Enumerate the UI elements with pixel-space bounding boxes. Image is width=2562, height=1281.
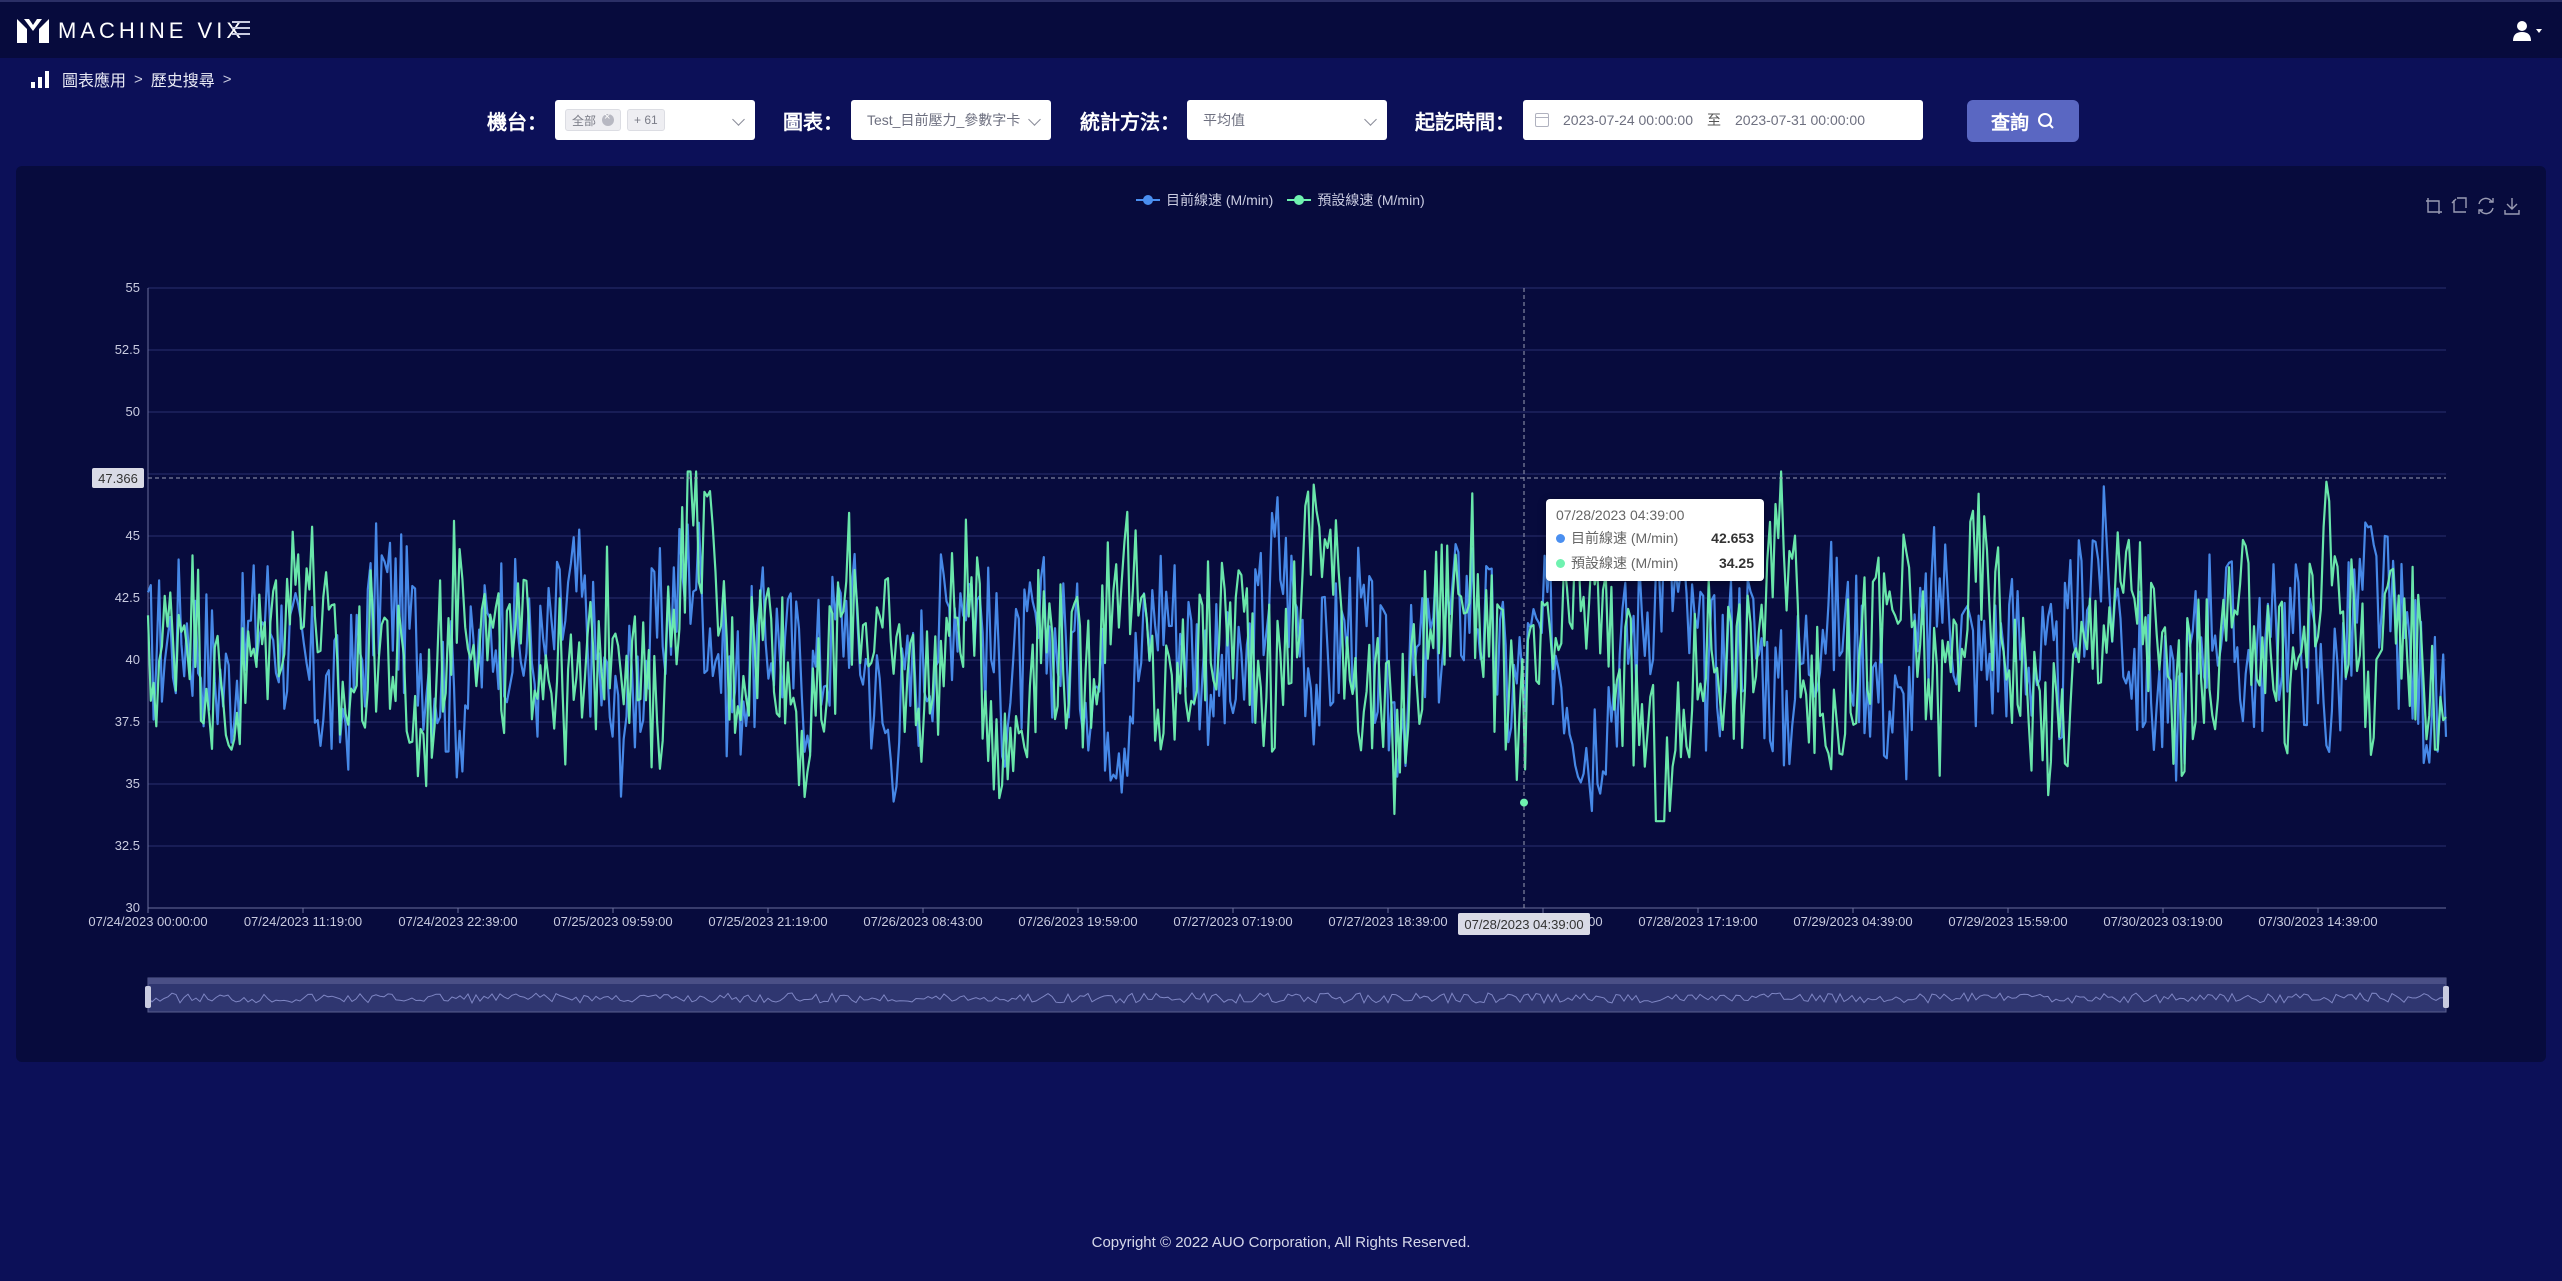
- breadcrumb-chart-apps[interactable]: 圖表應用: [62, 67, 126, 91]
- tooltip-row-series1: 目前線速 (M/min) 42.653: [1556, 528, 1754, 548]
- machine-vix-logo-icon: [17, 19, 49, 43]
- breadcrumb-separator: >: [222, 70, 232, 88]
- bar-chart-icon: [31, 71, 49, 88]
- tooltip-series-value: 42.653: [1711, 530, 1754, 546]
- breadcrumb: 圖表應用 > 歷史搜尋 >: [30, 66, 240, 92]
- time-range-label: 起訖時間：: [1415, 112, 1515, 134]
- user-account-icon[interactable]: [2510, 19, 2544, 43]
- method-select[interactable]: 平均值: [1187, 100, 1387, 140]
- method-label: 統計方法：: [1080, 112, 1180, 134]
- legend-label: 預設線速 (M/min): [1317, 192, 1425, 208]
- chart-toolbox: [2418, 196, 2522, 216]
- legend-marker: [1287, 195, 1312, 205]
- tooltip-row-series2: 預設線速 (M/min) 34.25: [1556, 553, 1754, 573]
- chart-select[interactable]: Test_目前壓力_參數字卡: [851, 100, 1051, 140]
- tooltip-series-name: 預設線速 (M/min): [1571, 555, 1679, 571]
- legend-label: 目前線速 (M/min): [1166, 192, 1274, 208]
- chart-tooltip: 07/28/2023 04:39:00 目前線速 (M/min) 42.653 …: [1546, 499, 1764, 581]
- chevron-down-icon: [1364, 113, 1377, 126]
- hamburger-menu-icon[interactable]: [232, 21, 250, 39]
- breadcrumb-history-search[interactable]: 歷史搜尋: [151, 67, 215, 91]
- top-bar: MACHINE VIX: [0, 0, 2562, 58]
- chevron-down-icon: [1028, 113, 1041, 126]
- date-range-picker[interactable]: 2023-07-24 00:00:00 至 2023-07-31 00:00:0…: [1523, 100, 1923, 140]
- legend-item-series2[interactable]: 預設線速 (M/min): [1287, 190, 1425, 210]
- legend-item-series1[interactable]: 目前線速 (M/min): [1136, 190, 1273, 210]
- search-icon: [2038, 113, 2054, 129]
- chart-select-value: Test_目前壓力_參數字卡: [867, 112, 1021, 128]
- date-end-input[interactable]: 2023-07-31 00:00:00: [1735, 112, 1865, 128]
- tooltip-time: 07/28/2023 04:39:00: [1556, 507, 1685, 523]
- date-range-separator: 至: [1707, 112, 1721, 128]
- footer-copyright: Copyright © 2022 AUO Corporation, All Ri…: [1091, 1234, 1471, 1251]
- filter-bar: 機台： 全部 + 61 圖表： Test_目前壓力_參數字卡 統計方法： 平均值…: [0, 100, 2562, 142]
- zoom-reset-icon[interactable]: [2450, 196, 2470, 216]
- logo[interactable]: MACHINE VIX: [16, 16, 245, 46]
- machine-tag-more: + 61: [627, 109, 665, 131]
- machine-label: 機台：: [487, 112, 547, 134]
- logo-text: MACHINE VIX: [58, 18, 246, 43]
- tooltip-dot: [1556, 558, 1565, 568]
- search-button-label: 查詢: [1990, 112, 2029, 134]
- machine-tag-all[interactable]: 全部: [565, 109, 622, 131]
- tooltip-dot: [1556, 533, 1565, 543]
- chevron-down-icon: [732, 113, 745, 126]
- tooltip-series-value: 34.25: [1718, 555, 1754, 571]
- method-select-value: 平均值: [1203, 112, 1245, 128]
- legend-marker: [1136, 195, 1160, 205]
- chart-panel: [16, 166, 2546, 1062]
- search-button[interactable]: 查詢: [1967, 100, 2079, 142]
- machine-select[interactable]: 全部 + 61: [555, 100, 755, 140]
- restore-icon[interactable]: [2476, 196, 2496, 216]
- chart-label: 圖表：: [783, 112, 843, 134]
- calendar-icon: [1535, 113, 1549, 127]
- date-start-input[interactable]: 2023-07-24 00:00:00: [1563, 112, 1693, 128]
- download-icon[interactable]: [2502, 196, 2522, 216]
- tag-close-icon[interactable]: [602, 111, 615, 126]
- zoom-select-icon[interactable]: [2424, 196, 2444, 216]
- chart-legend: 目前線速 (M/min) 預設線速 (M/min): [1136, 190, 1439, 210]
- breadcrumb-separator: >: [134, 70, 143, 88]
- tooltip-series-name: 目前線速 (M/min): [1571, 530, 1679, 546]
